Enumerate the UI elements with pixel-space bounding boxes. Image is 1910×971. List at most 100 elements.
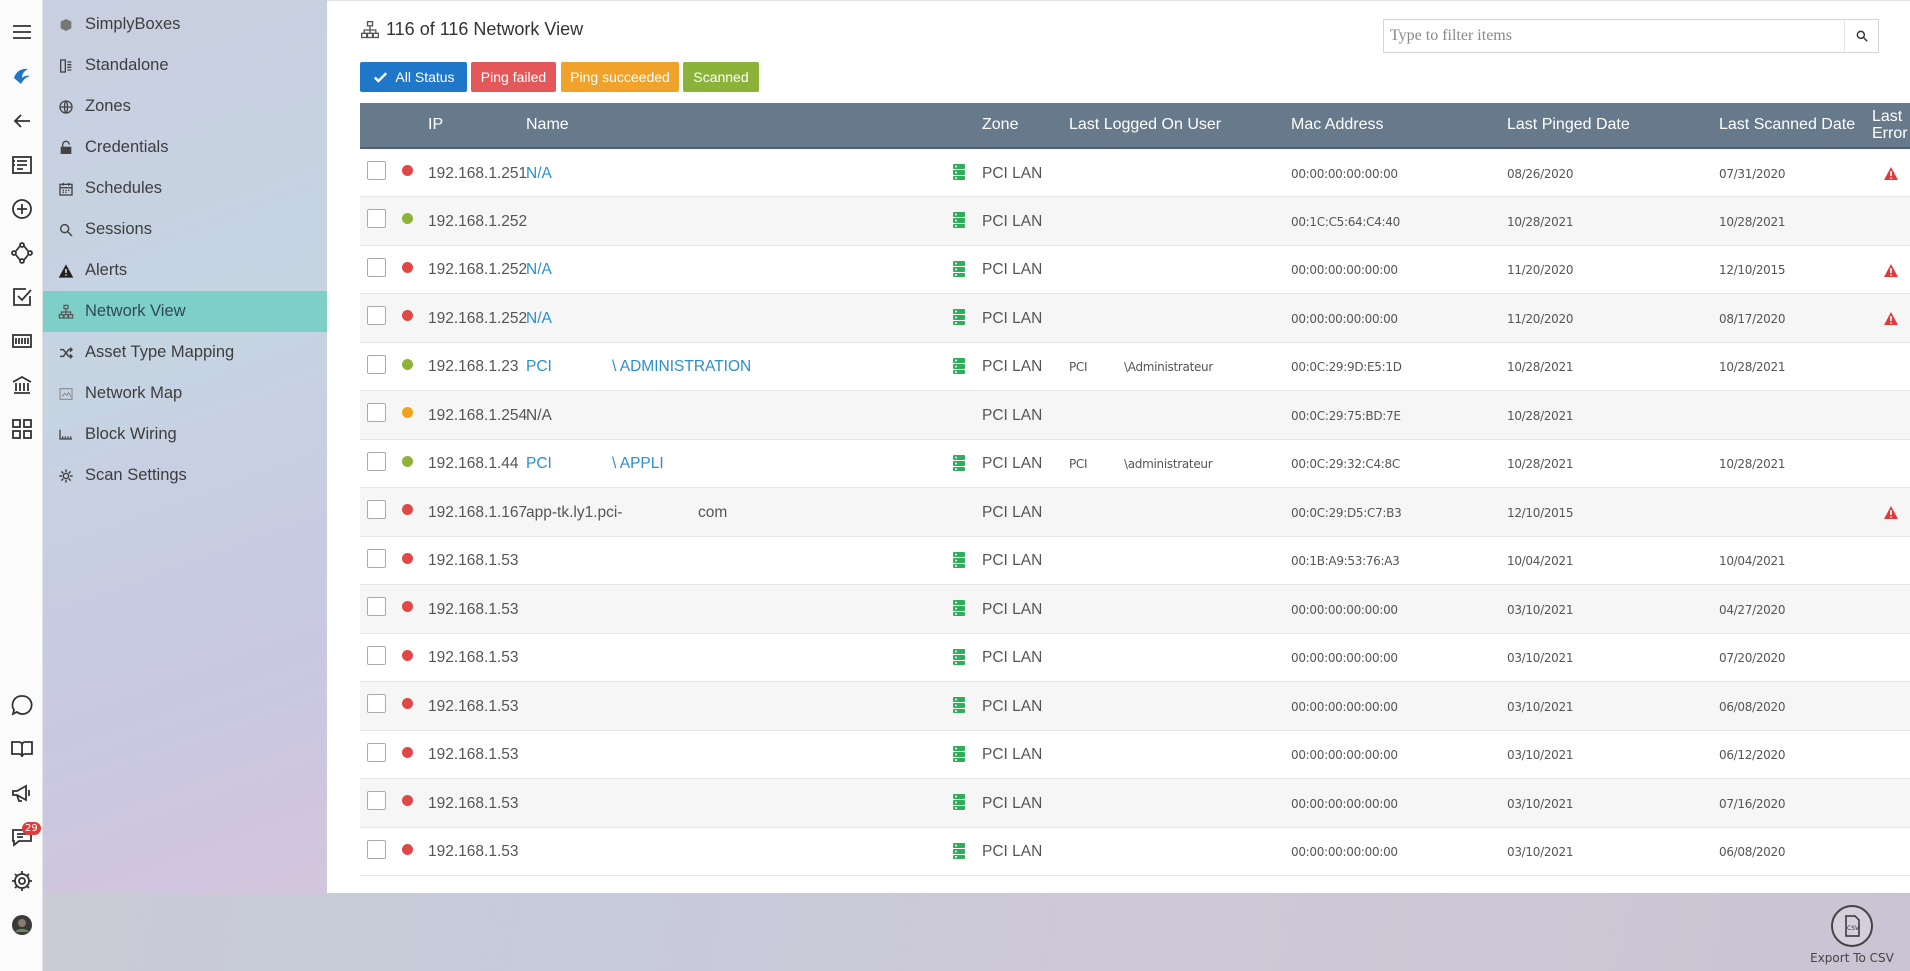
- dashboard-grid-icon[interactable]: [0, 414, 43, 444]
- zone-cell: PCI LAN: [982, 746, 1043, 763]
- column-header-zone[interactable]: Zone: [982, 103, 1018, 147]
- zone-cell: PCI LAN: [982, 697, 1043, 715]
- filter-ping-succeeded-button[interactable]: Ping succeeded: [561, 62, 679, 92]
- sidebar-item-block-wiring[interactable]: Block Wiring: [43, 414, 327, 455]
- mac-cell: 00:0C:29:D5:C7:B3: [1291, 505, 1402, 520]
- mac-cell: 00:0C:29:9D:E5:1D: [1291, 360, 1402, 374]
- table-row[interactable]: 192.168.1.53 PCI LAN 00:00:00:00:00:00 03/1…: [360, 634, 1910, 682]
- row-checkbox[interactable]: [367, 548, 386, 568]
- column-header-pinged[interactable]: Last Pinged Date: [1507, 103, 1630, 147]
- name-cell-suffix[interactable]: \ APPLI: [612, 440, 664, 489]
- table-row[interactable]: 192.168.1.53 PCI LAN 00:1B:A9:53:76:A3 10/0…: [360, 537, 1910, 585]
- row-checkbox[interactable]: [367, 161, 386, 180]
- table-row[interactable]: 192.168.1.44 PCI \ APPLI PCI LAN PCI \adminis…: [360, 440, 1910, 489]
- sidebar-item-zones[interactable]: Zones: [43, 86, 327, 127]
- row-checkbox[interactable]: [367, 742, 386, 762]
- status-indicator: [402, 504, 413, 515]
- name-cell[interactable]: PCI: [526, 440, 552, 489]
- filter-all-status-button[interactable]: All Status: [360, 62, 467, 92]
- row-checkbox[interactable]: [367, 645, 386, 665]
- table-row[interactable]: 192.168.1.53 PCI LAN 00:00:00:00:00:00 03/1…: [360, 731, 1910, 779]
- warning-icon[interactable]: [1884, 167, 1898, 180]
- app-logo-icon[interactable]: [0, 61, 43, 91]
- hamburger-menu-icon[interactable]: [0, 17, 43, 47]
- column-header-scanned[interactable]: Last Scanned Date: [1719, 103, 1855, 147]
- table-row[interactable]: 192.168.1.252 N/A PCI LAN 00:00:00:00:00:00…: [360, 294, 1910, 343]
- warning-icon[interactable]: [1884, 312, 1898, 325]
- row-checkbox[interactable]: [367, 257, 386, 277]
- messages-icon[interactable]: 29: [0, 822, 43, 852]
- sidebar-item-asset-type-mapping[interactable]: Asset Type Mapping: [43, 332, 327, 373]
- ip-cell: 192.168.1.254: [428, 406, 528, 424]
- sidebar-item-credentials[interactable]: Credentials: [43, 127, 327, 168]
- table-row[interactable]: 192.168.1.23 PCI \ ADMINISTRATION PCI LAN PC…: [360, 343, 1910, 392]
- name-cell[interactable]: N/A: [526, 294, 552, 343]
- row-checkbox[interactable]: [367, 694, 386, 713]
- name-cell[interactable]: N/A: [526, 246, 552, 295]
- sidebar-item-standalone[interactable]: Standalone: [43, 45, 327, 86]
- filter-input[interactable]: [1384, 20, 1844, 52]
- megaphone-icon[interactable]: [0, 778, 43, 808]
- filter-all-label: All Status: [395, 69, 455, 85]
- table-row[interactable]: 192.168.1.53 PCI LAN 00:00:00:00:00:00 03/1…: [360, 828, 1910, 876]
- column-header-user[interactable]: Last Logged On User: [1069, 103, 1221, 147]
- table-row[interactable]: 192.168.1.53 PCI LAN 00:00:00:00:00:00 03/1…: [360, 779, 1910, 828]
- user-avatar[interactable]: [0, 910, 43, 940]
- table-row[interactable]: 192.168.1.252 N/A PCI LAN 00:00:00:00:00:00…: [360, 246, 1910, 295]
- sidebar-item-scan-settings[interactable]: Scan Settings: [43, 455, 327, 496]
- mac-cell: 00:00:00:00:00:00: [1291, 651, 1398, 665]
- row-checkbox[interactable]: [367, 354, 386, 374]
- chat-icon[interactable]: [0, 690, 43, 720]
- cycle-icon[interactable]: [0, 238, 43, 268]
- warning-icon[interactable]: [1884, 506, 1898, 519]
- device-rack-icon[interactable]: [0, 326, 43, 356]
- zone-cell: PCI LAN: [982, 455, 1043, 472]
- column-header-ip[interactable]: IP: [428, 103, 443, 147]
- row-checkbox[interactable]: [367, 500, 386, 519]
- checklist-icon[interactable]: [0, 282, 43, 312]
- zone-cell: PCI LAN: [982, 843, 1043, 860]
- sidebar-item-network-map[interactable]: Network Map: [43, 373, 327, 414]
- filter-scanned-button[interactable]: Scanned: [683, 62, 759, 92]
- row-checkbox[interactable]: [367, 839, 386, 859]
- table-row[interactable]: 192.168.1.53 PCI LAN 00:00:00:00:00:00 03/1…: [360, 585, 1910, 634]
- row-checkbox[interactable]: [367, 403, 386, 422]
- search-icon[interactable]: [1844, 20, 1878, 52]
- column-header-error[interactable]: Last Error: [1872, 103, 1908, 147]
- warning-icon[interactable]: [1884, 263, 1898, 277]
- column-header-name[interactable]: Name: [526, 103, 569, 147]
- row-checkbox[interactable]: [367, 597, 386, 616]
- table-row[interactable]: 192.168.1.251 N/A PCI LAN 00:00:00:00:00:00…: [360, 149, 1910, 197]
- sidebar-item-sessions[interactable]: Sessions: [43, 209, 327, 250]
- pinged-date-cell: 10/04/2021: [1507, 554, 1574, 568]
- table-row[interactable]: 192.168.1.167 app-tk.ly1.pci-com PCI LAN 00…: [360, 488, 1910, 537]
- sidebar-item-label: Scan Settings: [85, 466, 187, 484]
- row-checkbox[interactable]: [367, 791, 386, 810]
- book-icon[interactable]: [0, 734, 43, 764]
- name-cell-suffix[interactable]: \ ADMINISTRATION: [612, 343, 751, 392]
- table-row[interactable]: 192.168.1.254 N/A PCI LAN 00:0C:29:75:BD:7E…: [360, 391, 1910, 440]
- status-indicator: [402, 165, 413, 176]
- back-arrow-icon[interactable]: [0, 106, 43, 136]
- institution-icon[interactable]: [0, 370, 43, 400]
- name-cell[interactable]: PCI: [526, 343, 552, 392]
- column-header-mac[interactable]: Mac Address: [1291, 103, 1383, 147]
- gear-icon[interactable]: [0, 866, 43, 896]
- sidebar-item-network-view[interactable]: Network View: [43, 291, 327, 332]
- sidebar-item-simplyboxes[interactable]: SimplyBoxes: [43, 4, 327, 45]
- sidebar-item-schedules[interactable]: Schedules: [43, 168, 327, 209]
- row-checkbox[interactable]: [367, 209, 386, 228]
- export-csv-button[interactable]: CSV Export To CSV: [1810, 905, 1894, 965]
- zone-cell: PCI LAN: [982, 406, 1043, 424]
- table-header: IP Name Zone Last Logged On User Mac Add…: [360, 103, 1910, 149]
- sidebar-item-alerts[interactable]: Alerts: [43, 250, 327, 291]
- table-row[interactable]: 192.168.1.53 PCI LAN 00:00:00:00:00:00 03/1…: [360, 682, 1910, 731]
- row-checkbox[interactable]: [367, 306, 386, 325]
- row-checkbox[interactable]: [367, 451, 386, 471]
- column-header-error-line1: Last: [1872, 108, 1903, 125]
- table-row[interactable]: 192.168.1.252 PCI LAN 00:1C:C5:64:C4:40 10/…: [360, 197, 1910, 246]
- add-circle-icon[interactable]: [0, 194, 43, 224]
- name-cell[interactable]: N/A: [526, 149, 552, 198]
- list-board-icon[interactable]: [0, 150, 43, 180]
- filter-ping-failed-button[interactable]: Ping failed: [471, 62, 556, 92]
